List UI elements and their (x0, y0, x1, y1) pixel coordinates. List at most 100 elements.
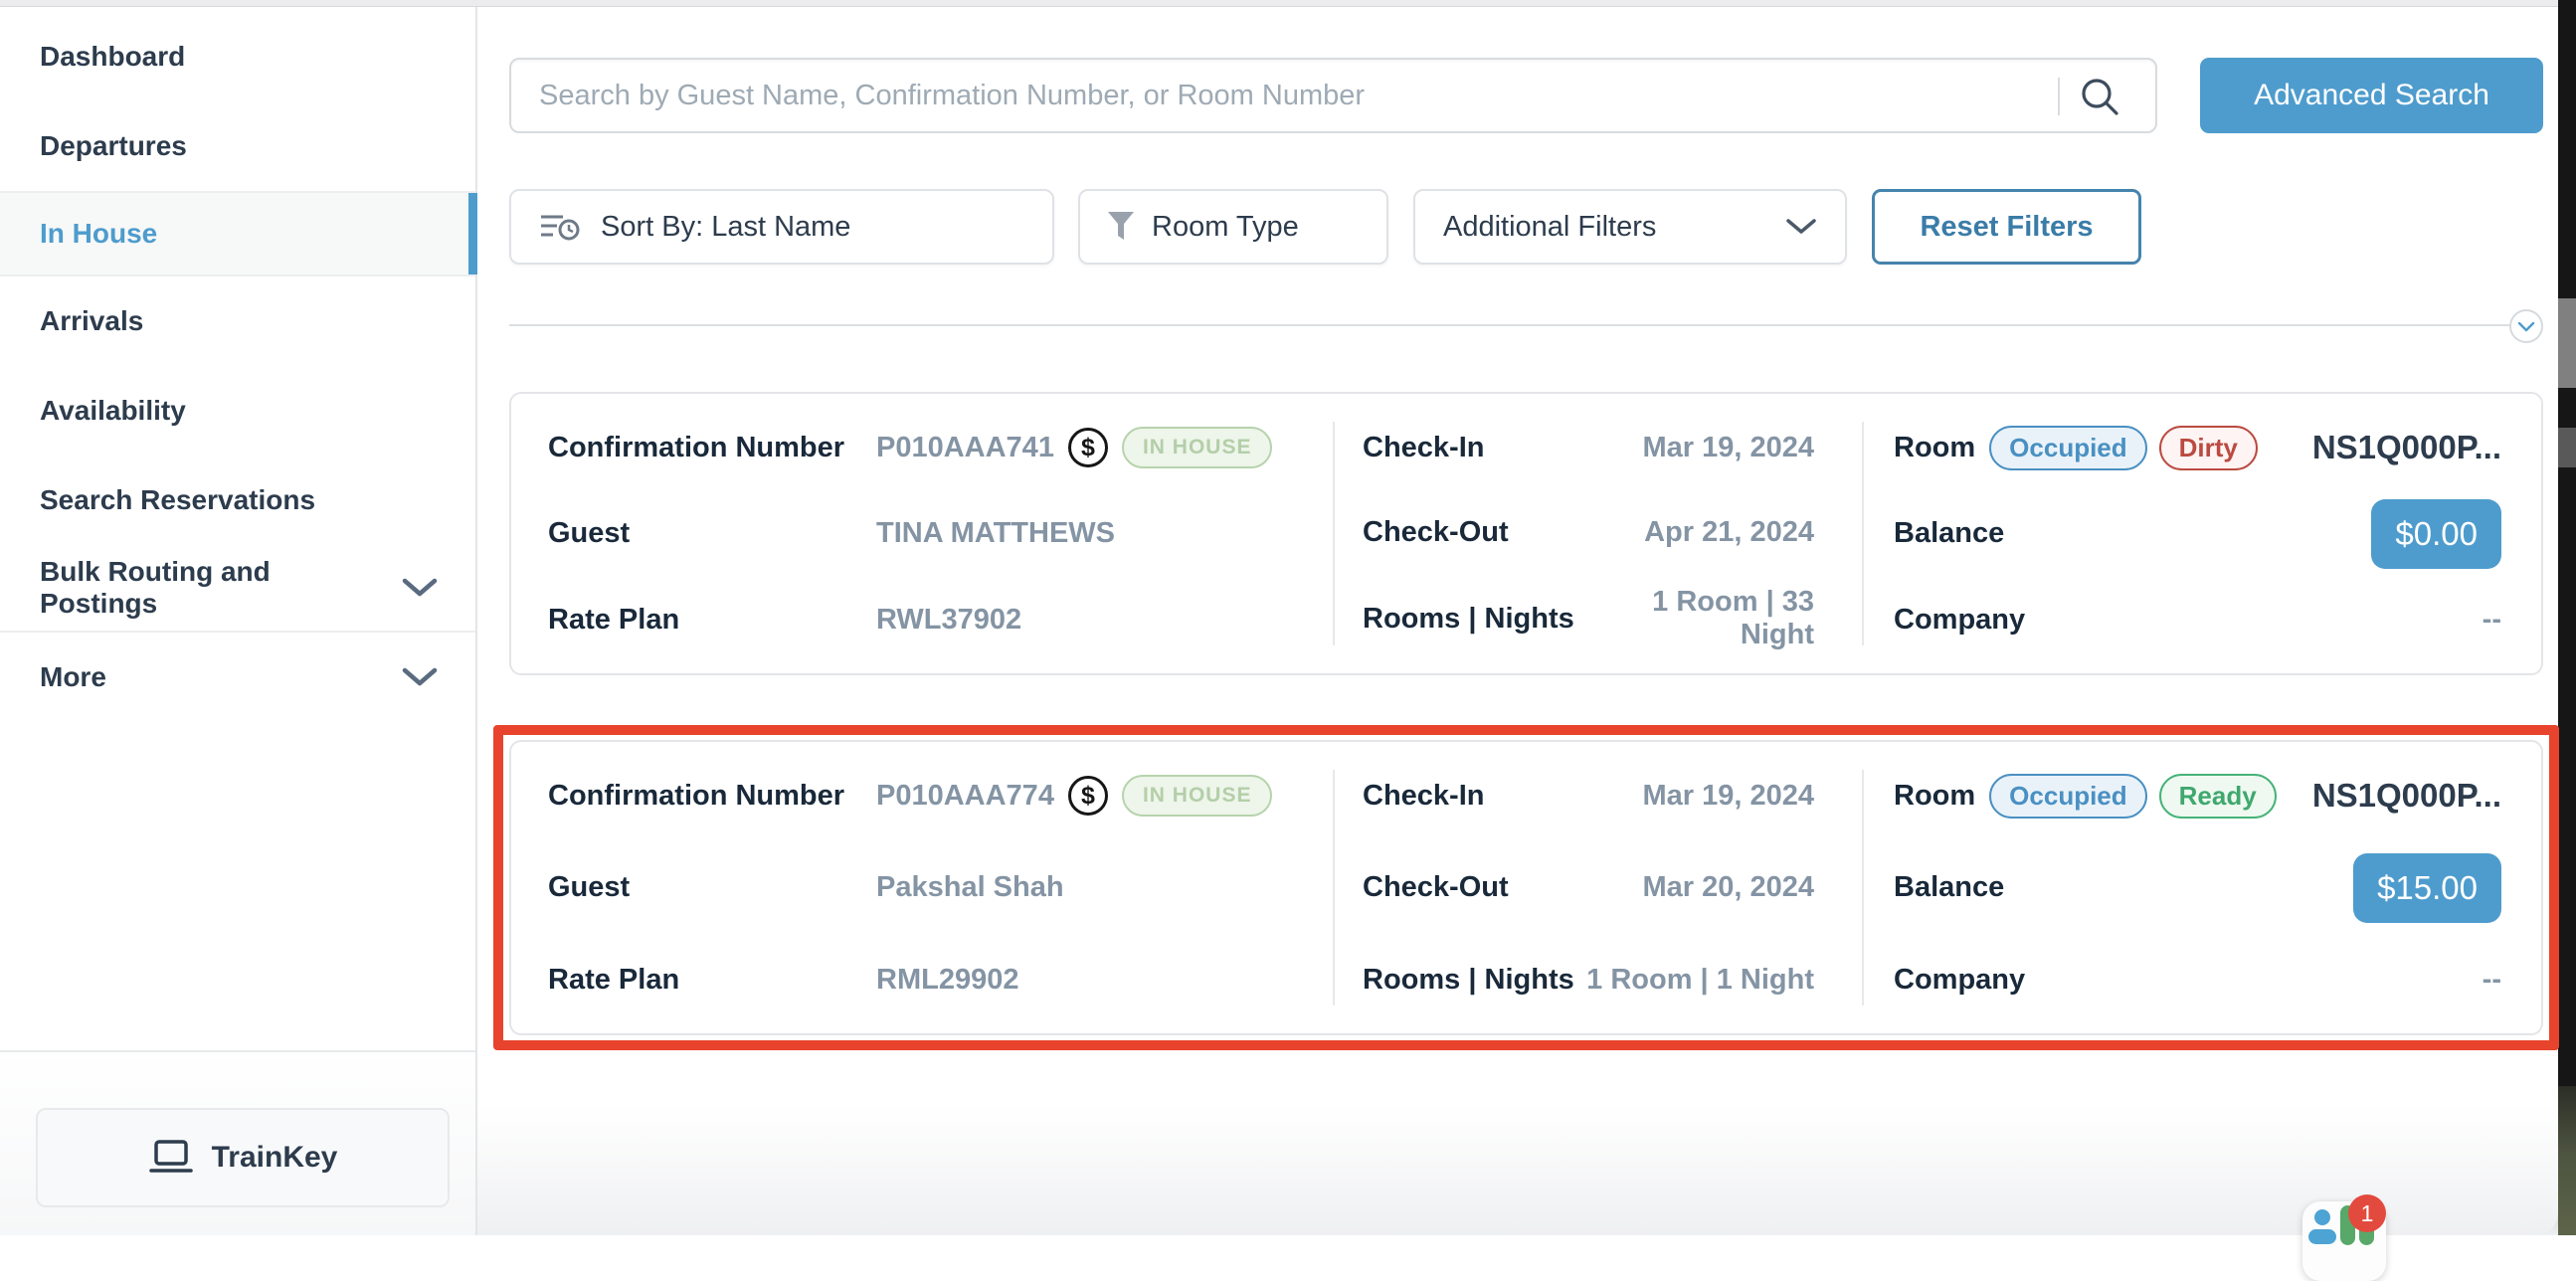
highlight-annotation: Confirmation Number P010AAA774 $ IN HOUS… (493, 725, 2559, 1050)
room-number: NS1Q000P... (2312, 429, 2501, 466)
in-house-status-badge: IN HOUSE (1122, 427, 1273, 468)
chat-logo-shape (2308, 1229, 2336, 1244)
main-content: Advanced Search Sort By: Last Name Room … (477, 6, 2558, 1235)
check-in-label: Check-In (1363, 780, 1484, 813)
company-label: Company (1894, 604, 2025, 637)
sidebar-item-departures[interactable]: Departures (0, 101, 475, 191)
rooms-nights-value: 1 Room | 1 Night (1586, 964, 1814, 997)
guest-label: Guest (548, 871, 876, 904)
card-col-dates: Check-In Mar 19, 2024 Check-Out Apr 21, … (1333, 394, 1862, 673)
search-row: Advanced Search (509, 58, 2543, 133)
sidebar-item-search-reservations[interactable]: Search Reservations (0, 456, 475, 545)
room-label: Room (1894, 780, 1975, 813)
reservation-card[interactable]: Confirmation Number P010AAA774 $ IN HOUS… (509, 740, 2543, 1035)
sidebar-item-label: Search Reservations (40, 484, 315, 516)
reservation-card[interactable]: Confirmation Number P010AAA741 $ IN HOUS… (509, 392, 2543, 675)
balance-label: Balance (1894, 517, 2004, 550)
card-col-reservation: Confirmation Number P010AAA741 $ IN HOUS… (511, 394, 1333, 673)
divider-line (509, 324, 2512, 326)
room-number: NS1Q000P... (2312, 777, 2501, 815)
sidebar-item-bulk-routing-and-postings[interactable]: Bulk Routing and Postings (0, 545, 475, 633)
additional-filters-label: Additional Filters (1443, 211, 1656, 244)
company-value: -- (2483, 964, 2501, 997)
laptop-icon (148, 1139, 194, 1177)
filter-row: Sort By: Last Name Room Type Additional … (509, 189, 2543, 265)
rate-plan-value: RML29902 (876, 964, 1018, 997)
check-out-label: Check-Out (1363, 516, 1509, 549)
rate-plan-label: Rate Plan (548, 604, 876, 637)
card-col-room: Room Occupied Ready NS1Q000P... Balance … (1862, 742, 2545, 1033)
list-divider (509, 309, 2543, 343)
rooms-nights-value: 1 Room | 33 Night (1574, 586, 1814, 651)
notification-badge: 1 (2348, 1194, 2386, 1232)
chevron-down-icon (2517, 321, 2535, 332)
room-status-pills: Occupied Ready (1989, 774, 2277, 819)
rate-plan-label: Rate Plan (548, 964, 876, 997)
balance-button[interactable]: $15.00 (2353, 853, 2501, 923)
in-house-status-badge: IN HOUSE (1122, 775, 1273, 817)
check-out-date: Apr 21, 2024 (1644, 516, 1814, 549)
confirmation-label: Confirmation Number (548, 432, 876, 464)
card-col-reservation: Confirmation Number P010AAA774 $ IN HOUS… (511, 742, 1333, 1033)
sort-by-label: Sort By: Last Name (601, 211, 850, 244)
search-box (509, 58, 2157, 133)
check-in-label: Check-In (1363, 432, 1484, 464)
card-col-room: Room Occupied Dirty NS1Q000P... Balance … (1862, 394, 2545, 673)
trainkey-button[interactable]: TrainKey (36, 1108, 450, 1207)
housekeeping-pill: Dirty (2159, 426, 2258, 470)
rooms-nights-label: Rooms | Nights (1363, 603, 1574, 636)
check-out-label: Check-Out (1363, 871, 1509, 904)
confirmation-group: P010AAA741 $ IN HOUSE (876, 427, 1272, 468)
balance-button[interactable]: $0.00 (2371, 499, 2501, 569)
room-status-pills: Occupied Dirty (1989, 426, 2258, 470)
sidebar-item-label: Dashboard (40, 41, 185, 73)
check-in-date: Mar 19, 2024 (1642, 432, 1814, 464)
room-label: Room (1894, 432, 1975, 464)
room-type-label: Room Type (1152, 211, 1299, 244)
in-house-screen: { "sidebar": { "items": [ {"label": "Das… (0, 0, 2576, 1235)
rooms-nights-label: Rooms | Nights (1363, 964, 1574, 997)
chevron-down-icon (402, 667, 438, 687)
guest-name: Pakshal Shah (876, 871, 1064, 904)
search-icon[interactable] (2078, 75, 2121, 118)
additional-filters-dropdown[interactable]: Additional Filters (1413, 189, 1847, 265)
room-type-filter[interactable]: Room Type (1078, 189, 1388, 265)
housekeeping-pill: Ready (2159, 774, 2277, 819)
chevron-down-icon (1785, 218, 1817, 236)
funnel-icon (1106, 210, 1136, 244)
reset-filters-button[interactable]: Reset Filters (1872, 189, 2141, 265)
confirmation-group: P010AAA774 $ IN HOUSE (876, 775, 1272, 817)
check-in-date: Mar 19, 2024 (1642, 780, 1814, 813)
sidebar: Dashboard Departures In House Arrivals A… (0, 6, 477, 1235)
balance-label: Balance (1894, 871, 2004, 904)
check-out-date: Mar 20, 2024 (1642, 871, 1814, 904)
desktop-edge (2558, 0, 2576, 1235)
sidebar-item-label: More (40, 661, 106, 693)
sidebar-item-label: In House (40, 218, 157, 250)
chevron-down-icon (402, 578, 438, 598)
sidebar-item-arrivals[interactable]: Arrivals (0, 276, 475, 366)
sidebar-item-label: Arrivals (40, 305, 143, 337)
search-input[interactable] (511, 60, 2155, 131)
advanced-search-button[interactable]: Advanced Search (2200, 58, 2543, 133)
sidebar-item-availability[interactable]: Availability (0, 366, 475, 456)
sidebar-item-more[interactable]: More (0, 633, 475, 722)
company-value: -- (2483, 604, 2501, 637)
occupied-pill: Occupied (1989, 426, 2146, 470)
collapse-toggle[interactable] (2509, 309, 2543, 343)
sidebar-item-label: Departures (40, 130, 187, 162)
sidebar-item-in-house[interactable]: In House (0, 191, 475, 276)
browser-chrome-edge (0, 0, 2558, 7)
company-label: Company (1894, 964, 2025, 997)
guest-label: Guest (548, 517, 876, 550)
sidebar-item-dashboard[interactable]: Dashboard (0, 12, 475, 101)
dollar-icon[interactable]: $ (1068, 428, 1108, 467)
sidebar-footer: TrainKey (0, 1050, 475, 1235)
occupied-pill: Occupied (1989, 774, 2146, 819)
chat-logo-shape (2314, 1209, 2330, 1225)
card-col-dates: Check-In Mar 19, 2024 Check-Out Mar 20, … (1333, 742, 1862, 1033)
confirmation-number: P010AAA774 (876, 780, 1054, 813)
sort-by-dropdown[interactable]: Sort By: Last Name (509, 189, 1054, 265)
sidebar-item-label: Bulk Routing and Postings (40, 556, 390, 620)
dollar-icon[interactable]: $ (1068, 776, 1108, 816)
